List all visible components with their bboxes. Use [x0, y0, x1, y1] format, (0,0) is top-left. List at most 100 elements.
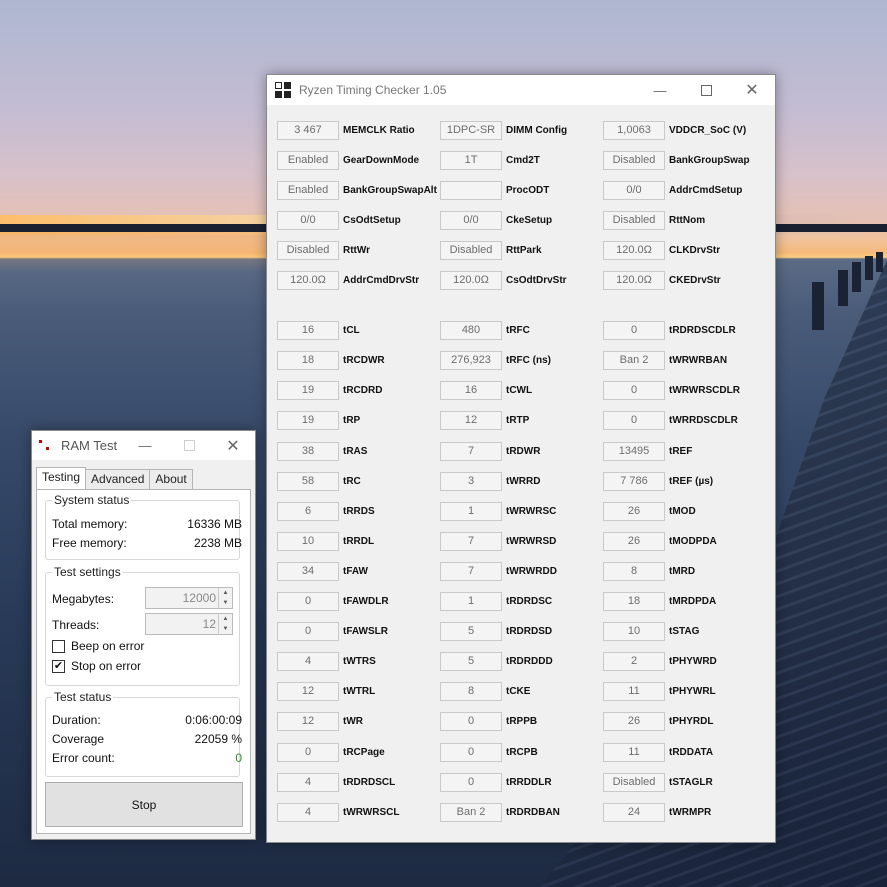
timing-value[interactable]: 5 — [440, 652, 502, 672]
timing-value[interactable]: 0 — [603, 381, 665, 401]
timing-value[interactable]: 26 — [603, 531, 665, 551]
timing-value[interactable]: 4 — [277, 652, 339, 672]
tab-strip: Testing Advanced About — [36, 467, 193, 491]
close-button[interactable]: ✕ — [729, 75, 775, 105]
threads-spinbox[interactable]: 12 ▲ ▼ — [145, 613, 233, 635]
timing-value[interactable]: 120.0Ω — [277, 271, 339, 290]
timing-value[interactable]: 18 — [603, 592, 665, 611]
timing-value[interactable]: 12 — [440, 411, 502, 431]
tab-testing[interactable]: Testing — [36, 467, 87, 491]
timing-value[interactable]: Disabled — [603, 150, 665, 170]
timing-value[interactable]: 120.0Ω — [440, 271, 502, 290]
timing-value[interactable]: 1 — [440, 501, 502, 521]
timing-value[interactable]: 11 — [603, 682, 665, 702]
group-title: Test status — [52, 690, 114, 704]
timing-value[interactable]: 7 — [440, 441, 502, 461]
spin-arrows-icon[interactable]: ▲ ▼ — [218, 588, 232, 608]
timing-value[interactable]: 10 — [277, 531, 339, 551]
timing-value[interactable]: Ban 2 — [440, 802, 502, 822]
timing-value[interactable]: 0 — [440, 712, 502, 732]
timing-value[interactable]: 26 — [603, 712, 665, 732]
timing-value[interactable]: 480 — [440, 321, 502, 341]
timing-value[interactable]: 10 — [603, 622, 665, 642]
timing-value[interactable]: 8 — [440, 682, 502, 702]
ram-app-icon — [39, 439, 53, 453]
minimize-button[interactable]: ― — [637, 75, 683, 105]
megabytes-spinbox[interactable]: 12000 ▲ ▼ — [145, 587, 233, 609]
timing-value[interactable] — [440, 180, 502, 200]
stop-button[interactable]: Stop — [45, 782, 243, 827]
timing-label: tRRDL — [343, 535, 375, 547]
beep-on-error-checkbox[interactable]: Beep on error — [52, 639, 144, 653]
timing-value[interactable]: 0 — [440, 772, 502, 792]
timing-value[interactable]: 3 467 — [277, 120, 339, 140]
tab-about[interactable]: About — [149, 469, 193, 490]
timing-field: 7 tWRWRDD — [440, 556, 557, 586]
timing-value[interactable]: 2 — [603, 652, 665, 672]
timing-label: tRCPB — [506, 746, 538, 758]
timing-label: tRCDWR — [343, 355, 385, 367]
timing-value[interactable]: 19 — [277, 381, 339, 401]
timing-value[interactable]: 0 — [277, 592, 339, 611]
timing-value[interactable]: Disabled — [603, 772, 665, 792]
timing-value[interactable]: 120.0Ω — [603, 271, 665, 290]
timing-value[interactable]: 4 — [277, 802, 339, 822]
timing-value[interactable]: 7 786 — [603, 471, 665, 491]
timing-value[interactable]: Enabled — [277, 150, 339, 170]
timing-value[interactable]: 38 — [277, 441, 339, 461]
timing-value[interactable]: 0/0 — [440, 210, 502, 230]
spin-arrows-icon[interactable]: ▲ ▼ — [218, 614, 232, 634]
timing-value[interactable]: 16 — [440, 381, 502, 401]
timing-value[interactable]: Disabled — [440, 240, 502, 260]
timing-value[interactable]: 16 — [277, 321, 339, 341]
timing-field: 12 tWR — [277, 707, 363, 737]
timing-value[interactable]: 120.0Ω — [603, 240, 665, 260]
timing-value[interactable]: 3 — [440, 471, 502, 491]
stop-on-error-checkbox[interactable]: ✔ Stop on error — [52, 659, 141, 673]
timing-label: tRCDRD — [343, 385, 383, 397]
timing-value[interactable]: 1DPC-SR — [440, 120, 502, 140]
timing-value[interactable]: Disabled — [277, 240, 339, 260]
timing-value[interactable]: 12 — [277, 682, 339, 702]
timing-value[interactable]: Enabled — [277, 180, 339, 200]
timing-value[interactable]: 1T — [440, 150, 502, 170]
timing-value[interactable]: 4 — [277, 772, 339, 792]
timing-value[interactable]: 276,923 — [440, 351, 502, 371]
timing-value[interactable]: 34 — [277, 561, 339, 581]
timing-value[interactable]: 0 — [603, 321, 665, 341]
timing-value[interactable]: 0 — [277, 742, 339, 762]
timing-value[interactable]: 12 — [277, 712, 339, 732]
timing-value[interactable]: 58 — [277, 471, 339, 491]
timing-value[interactable]: 0 — [603, 411, 665, 431]
timing-value[interactable]: 24 — [603, 802, 665, 822]
timing-value[interactable]: Ban 2 — [603, 351, 665, 371]
timing-value[interactable]: 19 — [277, 411, 339, 431]
timing-value[interactable]: Disabled — [603, 210, 665, 230]
timing-field: 120.0Ω AddrCmdDrvStr — [277, 266, 419, 296]
timing-field: 18 tMRDPDA — [603, 587, 716, 617]
timing-value[interactable]: 8 — [603, 561, 665, 581]
timing-value[interactable]: 0 — [277, 622, 339, 642]
timing-value[interactable]: 13495 — [603, 441, 665, 461]
timing-value[interactable]: 7 — [440, 531, 502, 551]
timing-value[interactable]: 1,0063 — [603, 120, 665, 140]
tab-advanced[interactable]: Advanced — [85, 469, 151, 490]
timing-value[interactable]: 7 — [440, 561, 502, 581]
checkmark-icon[interactable]: ✔ — [52, 659, 65, 673]
timing-value[interactable]: 18 — [277, 351, 339, 371]
ram-titlebar[interactable]: RAM Test ― ✕ — [32, 431, 255, 460]
close-button[interactable]: ✕ — [211, 431, 255, 460]
timing-value[interactable]: 0/0 — [603, 180, 665, 200]
timing-value[interactable]: 0 — [440, 742, 502, 762]
timing-value[interactable]: 1 — [440, 592, 502, 611]
maximize-button[interactable] — [683, 75, 729, 105]
timing-value[interactable]: 0/0 — [277, 210, 339, 230]
checkbox-icon[interactable] — [52, 639, 65, 653]
timing-value[interactable]: 6 — [277, 501, 339, 521]
timing-value[interactable]: 26 — [603, 501, 665, 521]
rtc-titlebar[interactable]: Ryzen Timing Checker 1.05 ― ✕ — [267, 75, 775, 105]
timing-value[interactable]: 5 — [440, 622, 502, 642]
timing-value[interactable]: 11 — [603, 742, 665, 762]
timing-field: 7 tRDWR — [440, 436, 540, 466]
minimize-button[interactable]: ― — [123, 431, 167, 460]
